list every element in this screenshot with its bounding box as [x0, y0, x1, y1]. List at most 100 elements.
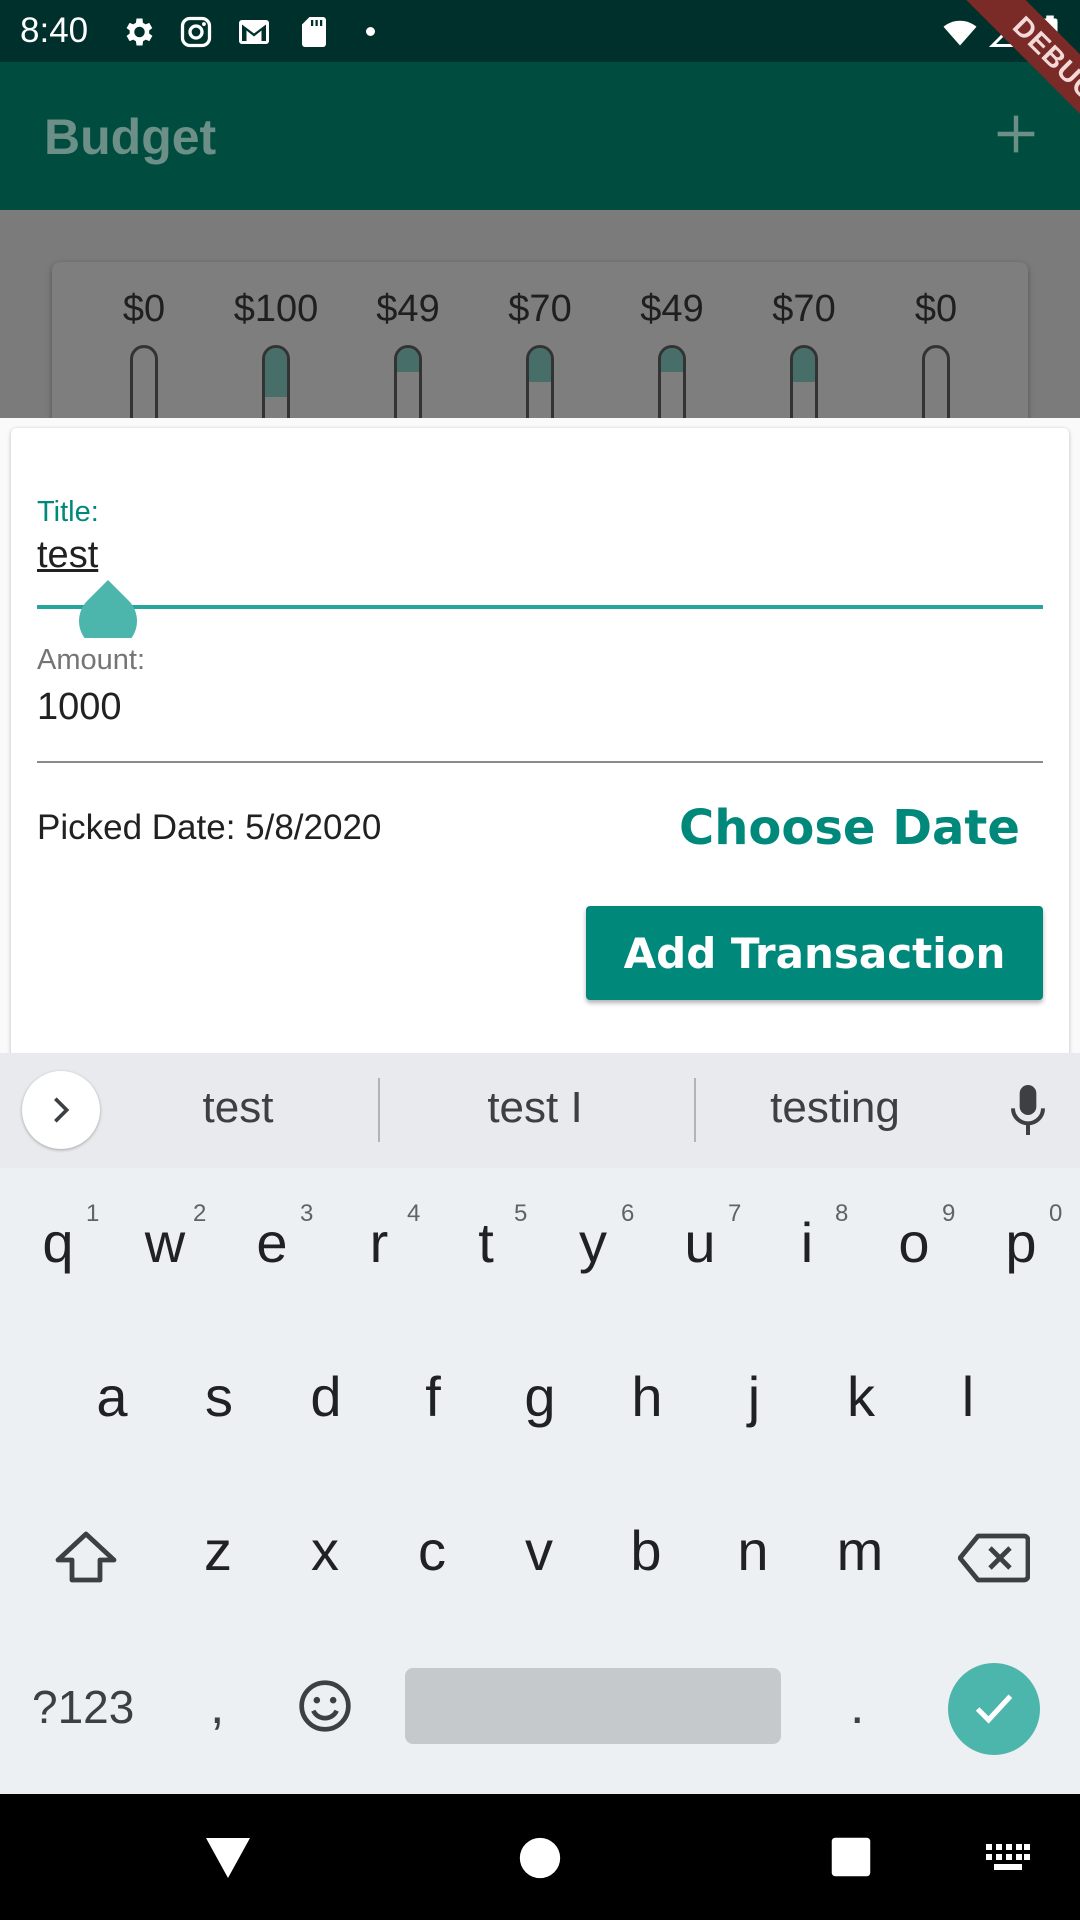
title-input[interactable]: test	[37, 534, 98, 577]
chart-bar-track	[790, 345, 818, 418]
key-hint: 4	[407, 1200, 421, 1227]
symbols-key[interactable]: ?123	[32, 1680, 134, 1734]
chart-bar-fill	[661, 348, 683, 372]
space-key[interactable]	[405, 1668, 781, 1744]
chart-card: $0 $100 $49 $70 $49 $70 $0	[52, 262, 1028, 418]
key-hint: 6	[621, 1200, 635, 1227]
key-hint: 9	[942, 1200, 956, 1227]
comma-key[interactable]: ,	[210, 1676, 224, 1736]
key-x[interactable]: x	[275, 1518, 375, 1583]
key-d[interactable]: d	[276, 1364, 376, 1429]
key-z[interactable]: z	[168, 1518, 268, 1583]
status-bar: 8:40	[0, 0, 1080, 62]
chart-bar-column: $70	[485, 262, 595, 418]
key-j[interactable]: j	[704, 1364, 804, 1429]
chart-bar-column: $70	[749, 262, 859, 418]
key-s[interactable]: s	[169, 1364, 269, 1429]
title-input-underline	[37, 605, 1043, 609]
suggestion-1[interactable]: test	[138, 1083, 338, 1133]
microphone-icon[interactable]	[1008, 1083, 1048, 1137]
suggestion-bar: test test I testing	[0, 1053, 1080, 1168]
backspace-icon[interactable]	[958, 1532, 1030, 1584]
checkmark-icon	[975, 1694, 1013, 1724]
chart-bar-track	[130, 345, 158, 418]
key-c[interactable]: c	[382, 1518, 482, 1583]
suggestion-2[interactable]: test I	[410, 1083, 660, 1133]
chart-bar-track	[262, 345, 290, 418]
back-icon[interactable]	[204, 1836, 252, 1880]
chart-bar-column: $100	[221, 262, 331, 418]
key-v[interactable]: v	[489, 1518, 589, 1583]
key-hint: 7	[728, 1200, 742, 1227]
chart-bar-track	[922, 345, 950, 418]
key-hint: 0	[1049, 1200, 1063, 1227]
chart-bar-label: $100	[233, 288, 319, 330]
enter-key[interactable]	[948, 1663, 1040, 1755]
bottom-sheet: Title: test Amount: 1000 Picked Date: 5/…	[0, 418, 1080, 1068]
key-l[interactable]: l	[918, 1364, 1018, 1429]
key-m[interactable]: m	[810, 1518, 910, 1583]
chart-bar-track	[526, 345, 554, 418]
key-g[interactable]: g	[490, 1364, 590, 1429]
key-hint: 1	[86, 1200, 100, 1227]
chart-bar-fill	[529, 348, 551, 383]
add-icon[interactable]	[994, 112, 1038, 156]
chart-bar-label: $49	[376, 288, 440, 330]
suggestion-divider	[378, 1078, 380, 1142]
navigation-bar	[0, 1794, 1080, 1920]
scrim[interactable]: $0 $100 $49 $70 $49 $70 $0	[0, 210, 1080, 418]
text-cursor-handle-icon[interactable]	[79, 580, 137, 638]
amount-input-underline	[37, 761, 1043, 763]
amount-input[interactable]: 1000	[37, 686, 122, 729]
gear-icon	[126, 18, 153, 46]
key-h[interactable]: h	[597, 1364, 697, 1429]
chart-bar-label: $0	[122, 288, 166, 330]
recents-icon[interactable]	[830, 1836, 872, 1878]
add-transaction-button[interactable]: Add Transaction	[586, 906, 1043, 1000]
suggestion-3[interactable]: testing	[720, 1083, 950, 1133]
chart-bar-column: $49	[617, 262, 727, 418]
key-a[interactable]: a	[62, 1364, 162, 1429]
chart-bar-column: $49	[353, 262, 463, 418]
app-bar: Budget	[0, 62, 1080, 210]
home-icon[interactable]	[518, 1836, 562, 1880]
chevron-right-icon	[54, 1097, 70, 1123]
status-time: 8:40	[20, 11, 89, 50]
choose-date-button[interactable]: Choose Date	[679, 800, 1020, 856]
chart-bar-fill	[397, 348, 419, 372]
suggestion-divider	[694, 1078, 696, 1142]
chart-bar-track	[394, 345, 422, 418]
picked-date-text: Picked Date: 5/8/2020	[37, 808, 382, 847]
notification-dot	[366, 27, 375, 36]
instagram-icon	[180, 16, 212, 48]
chart-bar-label: $0	[914, 288, 958, 330]
chart-bar-column: $0	[881, 262, 991, 418]
key-hint: 8	[835, 1200, 849, 1227]
sd-card-icon	[302, 17, 326, 47]
key-k[interactable]: k	[811, 1364, 911, 1429]
chart-bar-label: $70	[772, 288, 836, 330]
chart-bar-fill	[793, 348, 815, 383]
key-f[interactable]: f	[383, 1364, 483, 1429]
key-b[interactable]: b	[596, 1518, 696, 1583]
emoji-icon[interactable]	[297, 1678, 353, 1734]
key-n[interactable]: n	[703, 1518, 803, 1583]
shift-icon[interactable]	[54, 1530, 118, 1586]
expand-suggestions-button[interactable]	[22, 1071, 100, 1149]
chart-bar-label: $49	[640, 288, 704, 330]
key-hint: 2	[193, 1200, 207, 1227]
title-label: Title:	[37, 496, 99, 528]
transaction-form-card: Title: test Amount: 1000 Picked Date: 5/…	[11, 428, 1069, 1068]
app-title: Budget	[44, 109, 217, 165]
wifi-icon	[943, 20, 977, 46]
chart-bar-track	[658, 345, 686, 418]
keyboard-switch-icon[interactable]	[986, 1844, 1030, 1872]
chart-bar-label: $70	[508, 288, 572, 330]
gmail-icon	[239, 20, 269, 44]
chart-bar-fill	[265, 348, 287, 398]
chart-bar-column: $0	[89, 262, 199, 418]
key-hint: 3	[300, 1200, 314, 1227]
amount-label: Amount:	[37, 644, 145, 676]
period-key[interactable]: .	[850, 1676, 864, 1736]
key-hint: 5	[514, 1200, 528, 1227]
